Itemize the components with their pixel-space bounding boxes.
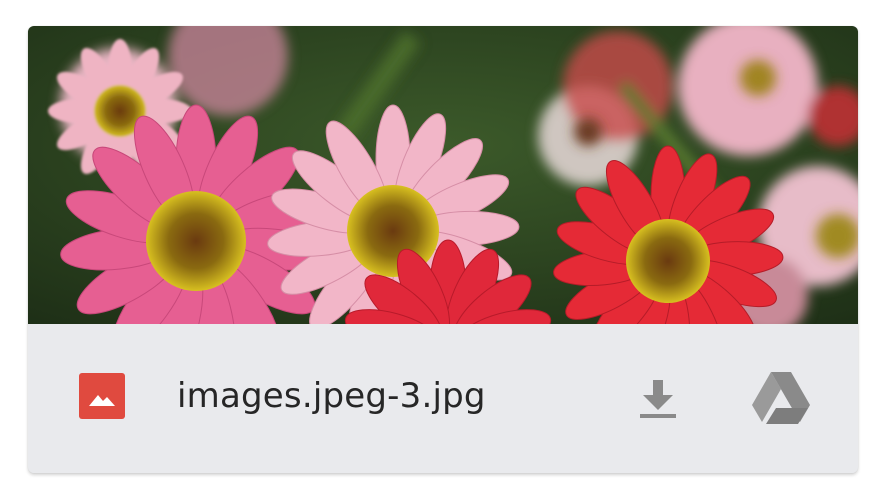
attachment-card[interactable]: images.jpeg-3.jpg bbox=[28, 26, 858, 473]
download-icon bbox=[640, 380, 676, 418]
save-to-drive-button[interactable] bbox=[750, 368, 812, 426]
download-button[interactable] bbox=[632, 372, 684, 424]
image-preview[interactable] bbox=[28, 26, 858, 324]
attachment-info-bar: images.jpeg-3.jpg bbox=[28, 324, 858, 473]
file-name[interactable]: images.jpeg-3.jpg bbox=[177, 374, 486, 418]
google-drive-icon bbox=[752, 372, 810, 424]
flower-photo bbox=[28, 26, 858, 324]
image-file-icon bbox=[79, 373, 125, 419]
